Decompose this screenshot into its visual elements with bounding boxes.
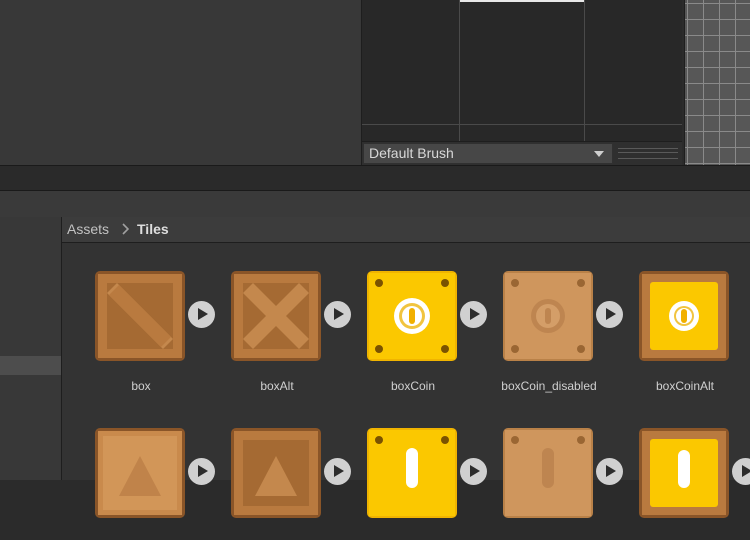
folder-tree[interactable]: [0, 217, 62, 480]
coin-box-disabled-tile-icon: [503, 271, 593, 361]
asset-box-exclamation-alt[interactable]: [606, 400, 750, 540]
brush-dropdown-label: Default Brush: [369, 145, 454, 161]
asset-boxcoinalt[interactable]: boxCoinAlt: [606, 243, 746, 393]
asset-box-exclamation[interactable]: [334, 400, 487, 540]
scene-grid-view[interactable]: [684, 0, 750, 165]
chevron-right-icon: [122, 223, 130, 235]
box-tile-icon: [95, 271, 185, 361]
asset-box-warning-alt[interactable]: [198, 400, 351, 540]
brush-dropdown[interactable]: Default Brush: [363, 143, 613, 164]
asset-label: boxAlt: [260, 379, 294, 393]
project-toolbar: [0, 190, 750, 218]
coin-box-alt-tile-icon: [639, 271, 729, 361]
asset-boxcoin-disabled[interactable]: boxCoin_disabled: [470, 243, 623, 393]
panel-tab-strip: [0, 165, 750, 191]
palette-grid-line: [459, 0, 460, 141]
palette-zoom-handle[interactable]: [618, 148, 678, 159]
palette-grid-line: [584, 0, 585, 141]
breadcrumb-tiles[interactable]: Tiles: [137, 221, 169, 237]
asset-box-warning[interactable]: [62, 400, 215, 540]
asset-label: boxCoinAlt: [655, 379, 715, 393]
breadcrumb-assets[interactable]: Assets: [67, 221, 109, 237]
chevron-down-icon: [594, 151, 604, 157]
asset-box[interactable]: box: [62, 243, 215, 393]
asset-label: boxCoin_disabled: [501, 379, 597, 393]
asset-label: boxCoin: [390, 379, 436, 393]
breadcrumb: Assets Tiles: [62, 217, 750, 243]
coin-box-tile-icon: [367, 271, 457, 361]
palette-grid-line: [362, 124, 682, 125]
tile-palette-preview[interactable]: [362, 0, 682, 141]
scene-panel: [0, 0, 362, 165]
brush-bar: Default Brush: [362, 141, 682, 166]
exclamation-box-alt-tile-icon: [639, 428, 729, 518]
warning-box-alt-tile-icon: [231, 428, 321, 518]
assets-grid: box boxAlt boxCoin boxCoin_disabled boxC…: [62, 243, 750, 518]
exclamation-box-tile-icon: [367, 428, 457, 518]
play-icon[interactable]: [732, 458, 750, 485]
folder-tree-selected-item[interactable]: [0, 356, 61, 375]
asset-box-exclamation-disabled[interactable]: [470, 400, 623, 540]
palette-selection-edge: [459, 0, 584, 2]
asset-boxalt[interactable]: boxAlt: [198, 243, 351, 393]
box-alt-tile-icon: [231, 271, 321, 361]
asset-label: box: [131, 379, 151, 393]
warning-box-tile-icon: [95, 428, 185, 518]
asset-boxcoin[interactable]: boxCoin: [334, 243, 487, 393]
exclamation-box-disabled-tile-icon: [503, 428, 593, 518]
